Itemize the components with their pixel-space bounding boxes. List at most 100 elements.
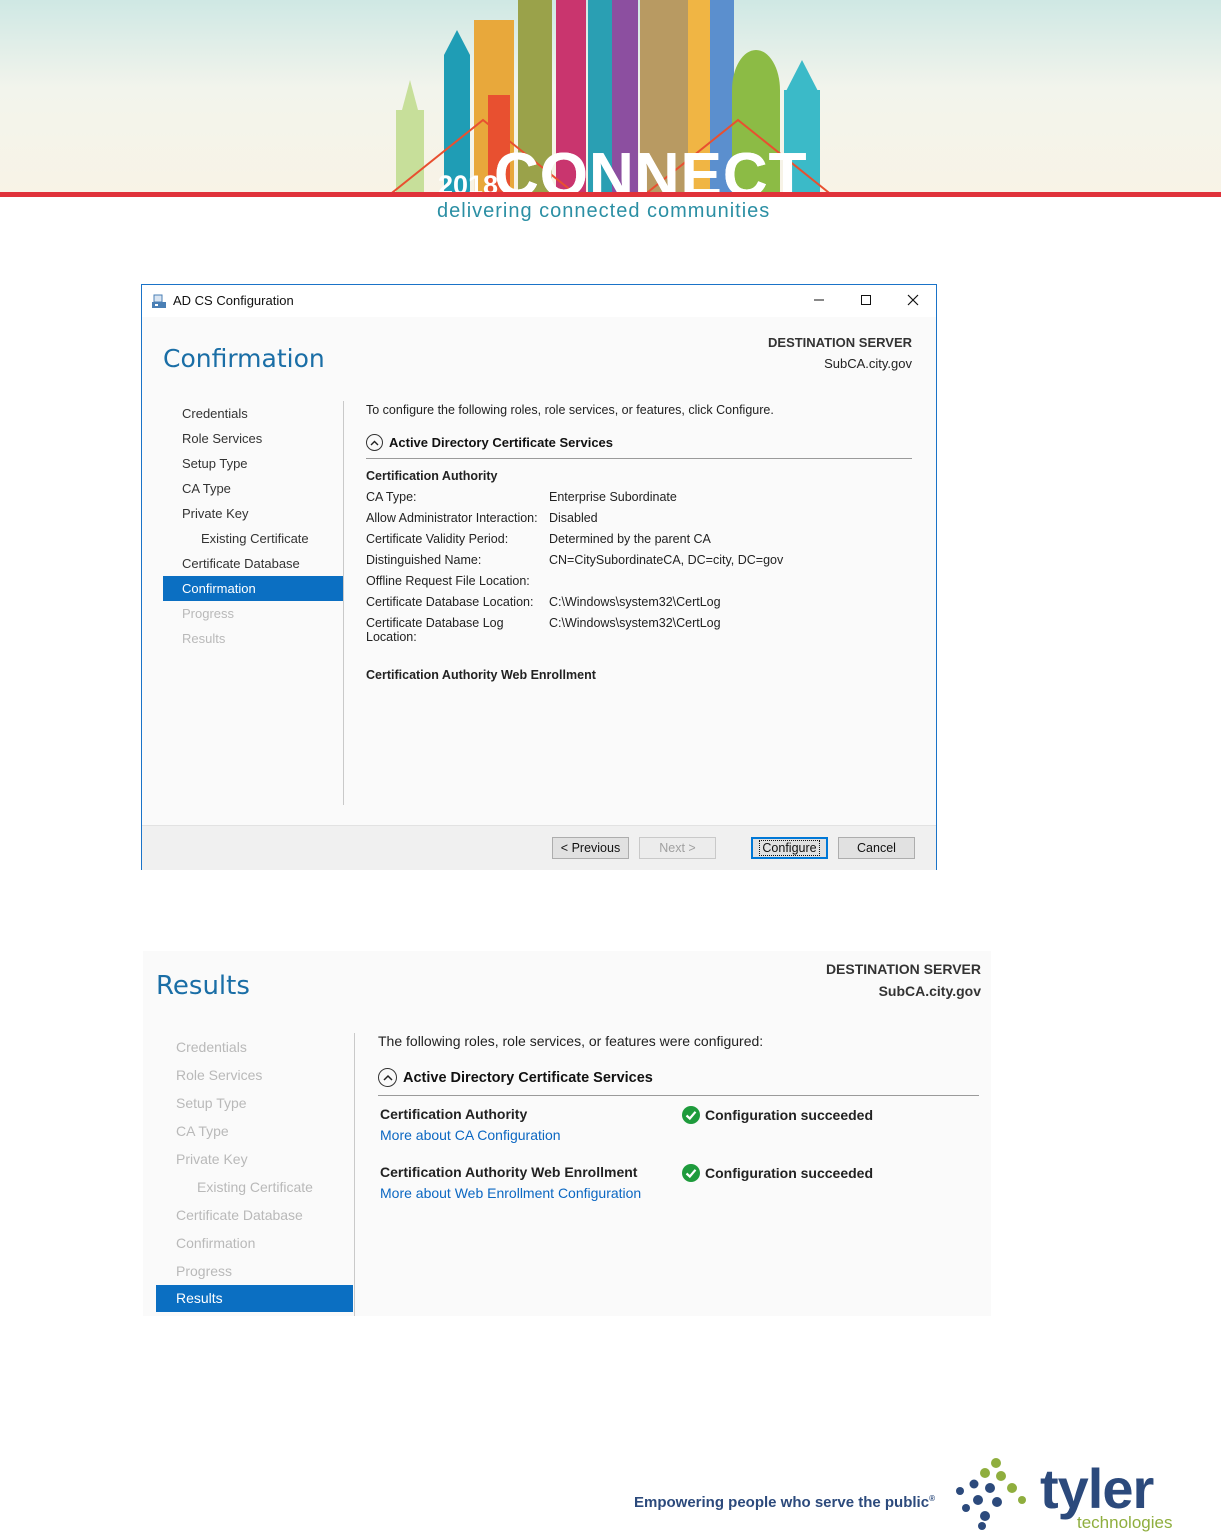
nav-item-credentials: Credentials xyxy=(176,1039,247,1055)
maximize-button[interactable] xyxy=(843,285,889,315)
table-row: Certificate Database Log Location: C:\Win… xyxy=(366,616,783,654)
ca-configuration-link[interactable]: More about CA Configuration xyxy=(380,1127,561,1143)
web-enrollment-configuration-link[interactable]: More about Web Enrollment Configuration xyxy=(380,1185,641,1201)
nav-item-setup-type: Setup Type xyxy=(176,1095,247,1111)
table-row: Certificate Validity Period: Determined b… xyxy=(366,532,783,553)
nav-item-certificate-database[interactable]: Certificate Database xyxy=(163,551,343,576)
configure-label: Configure xyxy=(759,840,820,856)
result-item-name: Certification Authority Web Enrollment xyxy=(380,1164,638,1180)
confirmation-intro: To configure the following roles, role s… xyxy=(366,403,774,417)
tyler-dots-logo-icon xyxy=(956,1458,1026,1530)
properties-table: CA Type: Enterprise Subordinate Allow Adm… xyxy=(366,490,783,654)
cancel-button[interactable]: Cancel xyxy=(838,837,915,859)
nav-item-credentials[interactable]: Credentials xyxy=(163,401,343,426)
configure-button[interactable]: Configure xyxy=(751,837,828,859)
destination-server-name: SubCA.city.gov xyxy=(878,983,981,999)
nav-item-private-key[interactable]: Private Key xyxy=(163,501,343,526)
web-enrollment-heading: Certification Authority Web Enrollment xyxy=(366,668,596,682)
section-divider xyxy=(378,1095,979,1096)
section-header: Active Directory Certificate Services xyxy=(378,1068,979,1087)
destination-server-label: DESTINATION SERVER xyxy=(825,961,981,977)
property-key: Distinguished Name: xyxy=(366,553,482,567)
results-content: The following roles, role services, or f… xyxy=(378,1033,979,1222)
footer-slogan: Empowering people who serve the public® xyxy=(634,1494,935,1511)
success-check-icon xyxy=(682,1164,700,1182)
property-key: Certificate Database Log Location: xyxy=(366,616,504,644)
nav-item-progress: Progress xyxy=(176,1263,233,1279)
ca-heading: Certification Authority xyxy=(366,469,498,483)
collapse-button[interactable] xyxy=(378,1068,397,1087)
nav-item-results: Results xyxy=(182,631,226,646)
minimize-button[interactable] xyxy=(796,285,842,315)
next-button: Next > xyxy=(639,837,716,859)
table-row: Certificate Database Location: C:\Windows… xyxy=(366,595,783,616)
table-row: Allow Administrator Interaction: Disabled xyxy=(366,511,783,532)
destination-server-label: DESTINATION SERVER xyxy=(768,335,912,350)
window-title: AD CS Configuration xyxy=(173,293,294,308)
tyler-wordmark-sub: technologies xyxy=(1077,1513,1173,1532)
result-item: Certification Authority Web Enrollment M… xyxy=(378,1164,979,1222)
property-value: C:\Windows\system32\CertLog xyxy=(549,616,721,630)
adcs-configuration-window: AD CS Configuration Confirmation DESTINA… xyxy=(141,284,937,870)
nav-item-certificate-database: Certificate Database xyxy=(176,1207,303,1223)
page-title: Confirmation xyxy=(163,344,325,373)
previous-button[interactable]: < Previous xyxy=(552,837,629,859)
nav-item-setup-type[interactable]: Setup Type xyxy=(163,451,343,476)
confirmation-content: To configure the following roles, role s… xyxy=(366,403,912,682)
nav-item-existing-certificate: Existing Certificate xyxy=(197,1179,313,1195)
property-value: CN=CitySubordinateCA, DC=city, DC=gov xyxy=(549,553,784,567)
table-row: CA Type: Enterprise Subordinate xyxy=(366,490,783,511)
maximize-icon xyxy=(861,295,871,305)
result-item-name: Certification Authority xyxy=(380,1106,528,1122)
nav-item-existing-certificate[interactable]: Existing Certificate xyxy=(163,526,343,551)
section-header: Active Directory Certificate Services xyxy=(366,434,912,451)
close-button[interactable] xyxy=(890,285,936,315)
section-divider xyxy=(366,458,912,459)
property-key: Certificate Validity Period: xyxy=(366,532,509,546)
nav-separator xyxy=(343,401,344,805)
success-check-icon xyxy=(682,1106,700,1124)
result-status-text: Configuration succeeded xyxy=(705,1165,874,1181)
table-row: Offline Request File Location: xyxy=(366,574,783,595)
property-key: Certificate Database Location: xyxy=(366,595,534,609)
property-key: Allow Administrator Interaction: xyxy=(366,511,538,525)
collapse-button[interactable] xyxy=(366,434,383,451)
dialog-footer: < Previous Next > Configure Cancel xyxy=(142,825,936,870)
nav-item-role-services: Role Services xyxy=(176,1067,263,1083)
dialog-body: Confirmation DESTINATION SERVER SubCA.ci… xyxy=(142,317,936,825)
banner-divider xyxy=(0,192,1221,197)
property-value: C:\Windows\system32\CertLog xyxy=(549,595,721,609)
property-value: Enterprise Subordinate xyxy=(549,490,677,504)
results-destination-info: DESTINATION SERVER SubCA.city.gov xyxy=(826,961,981,999)
nav-item-role-services[interactable]: Role Services xyxy=(163,426,343,451)
nav-separator xyxy=(354,1033,355,1316)
server-manager-icon xyxy=(152,294,166,308)
nav-item-results[interactable]: Results xyxy=(156,1285,353,1312)
nav-item-ca-type[interactable]: CA Type xyxy=(163,476,343,501)
nav-item-ca-type: CA Type xyxy=(176,1123,229,1139)
results-title: Results xyxy=(156,971,250,1001)
chevron-up-icon xyxy=(370,440,379,445)
nav-item-private-key: Private Key xyxy=(176,1151,248,1167)
section-title: Active Directory Certificate Services xyxy=(403,1069,653,1086)
tyler-wordmark: tyler xyxy=(1040,1457,1154,1520)
nav-item-confirmation: Confirmation xyxy=(176,1235,256,1251)
property-value xyxy=(549,574,783,595)
section-title: Active Directory Certificate Services xyxy=(389,435,614,450)
nav-item-confirmation[interactable]: Confirmation xyxy=(163,576,343,601)
property-value: Disabled xyxy=(549,511,598,525)
table-row: Distinguished Name: CN=CitySubordinateCA,… xyxy=(366,553,783,574)
minimize-icon xyxy=(814,299,824,301)
wizard-nav: Credentials Role Services Setup Type CA … xyxy=(163,401,343,651)
property-key: CA Type: xyxy=(366,490,417,504)
window-titlebar: AD CS Configuration xyxy=(142,285,936,317)
result-status: Configuration succeeded xyxy=(682,1164,873,1182)
result-status-text: Configuration succeeded xyxy=(705,1107,874,1123)
destination-server-name: SubCA.city.gov xyxy=(824,356,912,371)
banner-tagline: delivering connected communities xyxy=(437,200,771,222)
nav-item-progress: Progress xyxy=(182,606,235,621)
slogan-text: Empowering people who serve the public xyxy=(634,1494,930,1511)
result-status: Configuration succeeded xyxy=(682,1106,873,1124)
result-item: Certification Authority More about CA Co… xyxy=(378,1106,979,1164)
results-wizard-nav: Credentials Role Services Setup Type CA … xyxy=(156,1033,353,1312)
